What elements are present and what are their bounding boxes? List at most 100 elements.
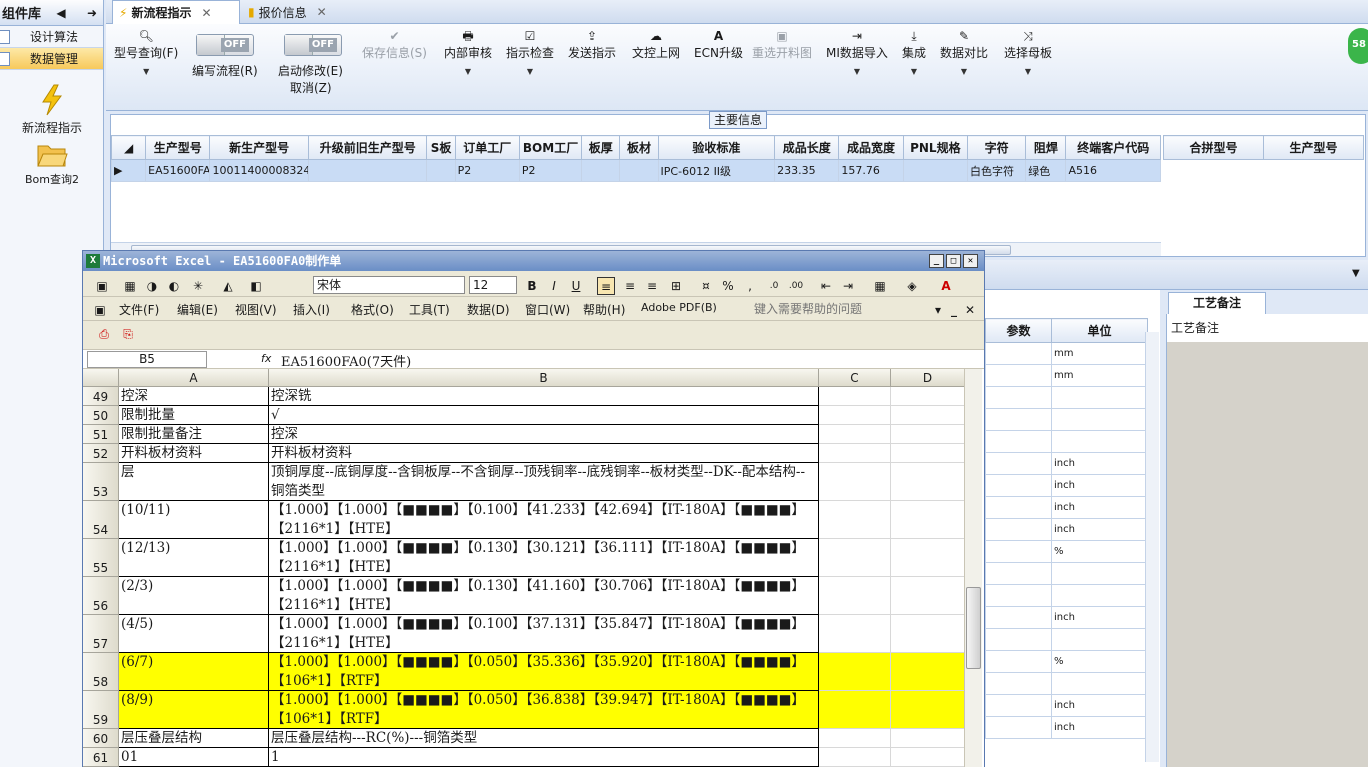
- edit-process-toggle[interactable]: OFF: [196, 34, 254, 56]
- sheet-cell[interactable]: [891, 653, 965, 691]
- font-size-select[interactable]: 12: [469, 276, 517, 294]
- column-header[interactable]: 生产型号: [145, 135, 211, 160]
- menu-format[interactable]: 格式(O): [351, 301, 394, 318]
- menu-file[interactable]: 文件(F): [119, 301, 159, 318]
- table-row[interactable]: [985, 386, 1148, 409]
- unit-cell[interactable]: %: [1051, 650, 1148, 673]
- table-row[interactable]: [985, 672, 1148, 695]
- excel-title-bar[interactable]: X Microsoft Excel - EA51600FA0制作单 _ □ ✕: [83, 251, 984, 271]
- sheet-cell[interactable]: [819, 748, 891, 767]
- sheet-cell[interactable]: (2/3): [119, 577, 269, 615]
- table-cell[interactable]: [619, 159, 659, 182]
- select-mother-board-button[interactable]: ⤨ 选择母板 ▼: [1004, 28, 1052, 79]
- scroll-thumb[interactable]: [966, 587, 981, 669]
- table-cell[interactable]: [985, 430, 1052, 453]
- sheet-cell[interactable]: [819, 463, 891, 501]
- doc-control-online-button[interactable]: ☁ 文控上网: [632, 28, 680, 61]
- row-header[interactable]: 49: [83, 387, 119, 406]
- unit-cell[interactable]: inch: [1051, 474, 1148, 497]
- unit-cell[interactable]: [1051, 386, 1148, 409]
- mi-data-import-button[interactable]: ⇥ MI数据导入 ▼: [826, 28, 888, 79]
- unit-cell[interactable]: inch: [1051, 518, 1148, 541]
- integrate-button[interactable]: ⤓ 集成 ▼: [902, 28, 926, 79]
- column-header[interactable]: B: [269, 369, 819, 387]
- sheet-cell[interactable]: [891, 615, 965, 653]
- tab-quote-info[interactable]: ▮ 报价信息 ✕: [242, 0, 354, 24]
- unit-cell[interactable]: inch: [1051, 716, 1148, 739]
- table-row[interactable]: [985, 584, 1148, 607]
- table-cell[interactable]: 157.76: [838, 159, 904, 182]
- table-cell[interactable]: [902, 159, 968, 182]
- table-cell[interactable]: [985, 496, 1052, 519]
- sheet-cell[interactable]: 【1.000】【1.000】【■■■■】【0.050】【36.838】【39.9…: [269, 691, 819, 729]
- font-color-icon[interactable]: A: [937, 277, 955, 295]
- formula-input[interactable]: EA51600FA0(7天件): [281, 351, 411, 370]
- table-cell[interactable]: IPC-6012 II级: [657, 159, 776, 182]
- column-header[interactable]: A: [119, 369, 269, 387]
- sheet-cell[interactable]: [819, 539, 891, 577]
- notification-badge[interactable]: 58: [1348, 28, 1368, 64]
- instruction-check-button[interactable]: ☑ 指示检查 ▼: [506, 28, 554, 79]
- unit-cell[interactable]: [1051, 628, 1148, 651]
- table-row[interactable]: ▶ EA51600FA0 10011400008324 P2 P2 IPC-60…: [110, 159, 1161, 182]
- column-header[interactable]: S板: [426, 135, 456, 160]
- table-row[interactable]: inch: [985, 496, 1148, 519]
- table-row[interactable]: mm: [985, 364, 1148, 387]
- tab-process-notes[interactable]: 工艺备注: [1168, 292, 1266, 314]
- tab-new-process[interactable]: ⚡ 新流程指示 ✕: [112, 0, 240, 24]
- sidebar-item-data-management[interactable]: 数据管理: [0, 48, 103, 70]
- column-header[interactable]: 参数: [985, 318, 1052, 343]
- sheet-cell[interactable]: 限制批量备注: [119, 425, 269, 444]
- sheet-cell[interactable]: (4/5): [119, 615, 269, 653]
- model-query-button[interactable]: 🔍︎ 型号查询(F) ▼: [114, 28, 178, 79]
- outdent-icon[interactable]: ⇤: [817, 277, 835, 295]
- column-header[interactable]: C: [819, 369, 891, 387]
- table-row[interactable]: [985, 562, 1148, 585]
- cross-icon[interactable]: ✳: [189, 277, 207, 295]
- clipart-icon[interactable]: ◧: [247, 277, 265, 295]
- sheet-cell[interactable]: [891, 748, 965, 767]
- table-cell[interactable]: [985, 584, 1052, 607]
- sheet-cell[interactable]: 【1.000】【1.000】【■■■■】【0.130】【41.160】【30.7…: [269, 577, 819, 615]
- row-header[interactable]: 50: [83, 406, 119, 425]
- maximize-icon[interactable]: □: [946, 254, 961, 268]
- unit-cell[interactable]: [1051, 584, 1148, 607]
- sheet-cell[interactable]: 顶铜厚度--底铜厚度--含铜板厚--不含铜厚--顶残铜率--底残铜率--板材类型…: [269, 463, 819, 501]
- unit-cell[interactable]: [1051, 408, 1148, 431]
- table-row[interactable]: %: [985, 540, 1148, 563]
- column-header[interactable]: 成品宽度: [838, 135, 904, 160]
- comma-icon[interactable]: ,: [741, 277, 759, 295]
- table-cell[interactable]: [426, 159, 456, 182]
- merge-center-icon[interactable]: ⊞: [667, 277, 685, 295]
- sheet-cell[interactable]: [819, 691, 891, 729]
- table-cell[interactable]: P2: [454, 159, 520, 182]
- borders-icon[interactable]: ▦: [871, 277, 889, 295]
- menu-help[interactable]: 帮助(H): [583, 301, 625, 318]
- table-cell[interactable]: [985, 672, 1052, 695]
- unit-cell[interactable]: inch: [1051, 694, 1148, 717]
- sheet-cell[interactable]: [891, 387, 965, 406]
- table-row[interactable]: mm: [985, 342, 1148, 365]
- row-header[interactable]: 57: [83, 615, 119, 653]
- collapse-left-icon[interactable]: ◀: [50, 6, 72, 20]
- column-header[interactable]: 升级前旧生产型号: [307, 135, 428, 160]
- column-header[interactable]: 终端客户代码: [1065, 135, 1161, 160]
- sheet-cell[interactable]: [819, 425, 891, 444]
- function-icon[interactable]: fx: [261, 352, 271, 365]
- table-row[interactable]: inch: [985, 716, 1148, 739]
- sheet-cell[interactable]: [819, 444, 891, 463]
- sheet-cell[interactable]: [891, 691, 965, 729]
- sheet-cell[interactable]: 开料板材资料: [269, 444, 819, 463]
- image-icon[interactable]: ▣: [93, 277, 111, 295]
- currency-icon[interactable]: ¤: [697, 277, 715, 295]
- sheet-cell[interactable]: 层压叠层结构---RC(%)---铜箔类型: [269, 729, 819, 748]
- italic-icon[interactable]: I: [545, 277, 563, 295]
- pin-icon[interactable]: ➜: [81, 6, 103, 20]
- sheet-cell[interactable]: 控深: [119, 387, 269, 406]
- pdf-mail-icon[interactable]: ⎘: [119, 325, 137, 343]
- sheet-cell[interactable]: [819, 577, 891, 615]
- unit-cell[interactable]: [1051, 562, 1148, 585]
- column-header[interactable]: 成品长度: [774, 135, 840, 160]
- column-header[interactable]: D: [891, 369, 965, 387]
- decrease-decimal-icon[interactable]: .00: [787, 277, 805, 295]
